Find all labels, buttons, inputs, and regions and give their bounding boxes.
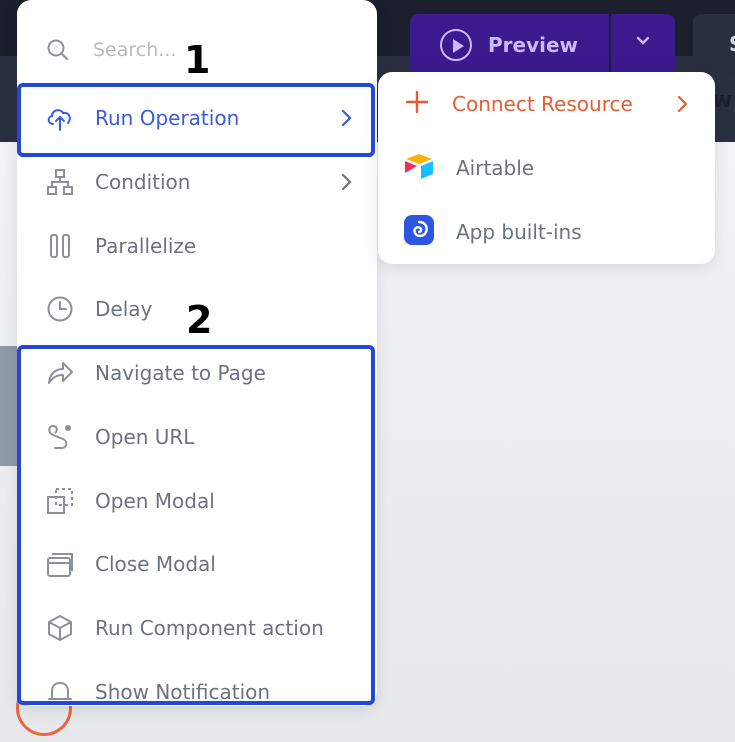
search-icon xyxy=(47,39,68,60)
submenu-item-label: Connect Resource xyxy=(452,92,633,116)
app-builtins-icon xyxy=(404,214,434,250)
menu-item-label: Show Notification xyxy=(95,680,271,704)
bell-icon xyxy=(45,677,75,706)
preview-button[interactable]: Preview xyxy=(410,14,675,76)
share-arrow-icon xyxy=(45,358,75,388)
menu-item-label: Navigate to Page xyxy=(95,361,266,385)
play-icon xyxy=(440,29,472,61)
menu-item-label: Run Operation xyxy=(95,106,240,130)
plus-icon xyxy=(404,89,430,120)
menu-item-label: Delay xyxy=(95,297,153,321)
chevron-right-icon xyxy=(341,173,352,191)
menu-item-run-operation[interactable]: Run Operation xyxy=(17,86,377,150)
menu-item-parallelize[interactable]: Parallelize xyxy=(17,214,377,278)
menu-item-open-url[interactable]: Open URL xyxy=(17,405,377,469)
preview-divider xyxy=(609,14,611,76)
chevron-down-icon[interactable] xyxy=(635,32,651,53)
upload-cloud-icon xyxy=(45,103,75,133)
airtable-logo-icon xyxy=(404,152,434,185)
menu-item-label: Run Component action xyxy=(95,616,324,640)
marker-label-1: 1 xyxy=(184,38,211,82)
submenu-item-airtable[interactable]: Airtable xyxy=(378,136,715,200)
chevron-right-icon xyxy=(677,95,688,113)
parallel-bars-icon xyxy=(45,231,75,261)
menu-item-run-component-action[interactable]: Run Component action xyxy=(17,596,377,660)
open-modal-icon xyxy=(45,486,75,516)
menu-item-show-notification[interactable]: Show Notification xyxy=(17,660,377,706)
run-operation-submenu: Connect Resource Airtable App built-ins xyxy=(378,72,715,264)
menu-item-open-modal[interactable]: Open Modal xyxy=(17,469,377,533)
menu-item-label: Parallelize xyxy=(95,234,197,258)
hierarchy-icon xyxy=(45,167,75,197)
preview-label: Preview xyxy=(488,33,579,57)
cube-icon xyxy=(45,613,75,643)
search-input[interactable]: Search... xyxy=(93,39,176,61)
submenu-item-label: Airtable xyxy=(456,156,535,180)
submenu-item-app-built-ins[interactable]: App built-ins xyxy=(378,200,715,264)
marker-label-2: 2 xyxy=(186,298,213,342)
submenu-item-label: App built-ins xyxy=(456,220,582,244)
action-menu: Search... Run Operation Condition Parall… xyxy=(17,0,377,706)
submenu-item-connect-resource[interactable]: Connect Resource xyxy=(378,72,715,136)
menu-item-close-modal[interactable]: Close Modal xyxy=(17,532,377,596)
route-icon xyxy=(45,422,75,452)
clock-icon xyxy=(45,294,75,324)
close-modal-icon xyxy=(45,549,75,579)
chevron-right-icon xyxy=(341,109,352,127)
header-right-button[interactable]: S xyxy=(693,14,735,76)
menu-item-navigate-to-page[interactable]: Navigate to Page xyxy=(17,341,377,405)
menu-item-label: Open URL xyxy=(95,425,195,449)
menu-item-label: Close Modal xyxy=(95,552,216,576)
menu-item-label: Condition xyxy=(95,170,191,194)
header-right-tab[interactable]: w xyxy=(712,88,732,113)
menu-item-label: Open Modal xyxy=(95,489,215,513)
menu-item-condition[interactable]: Condition xyxy=(17,150,377,214)
